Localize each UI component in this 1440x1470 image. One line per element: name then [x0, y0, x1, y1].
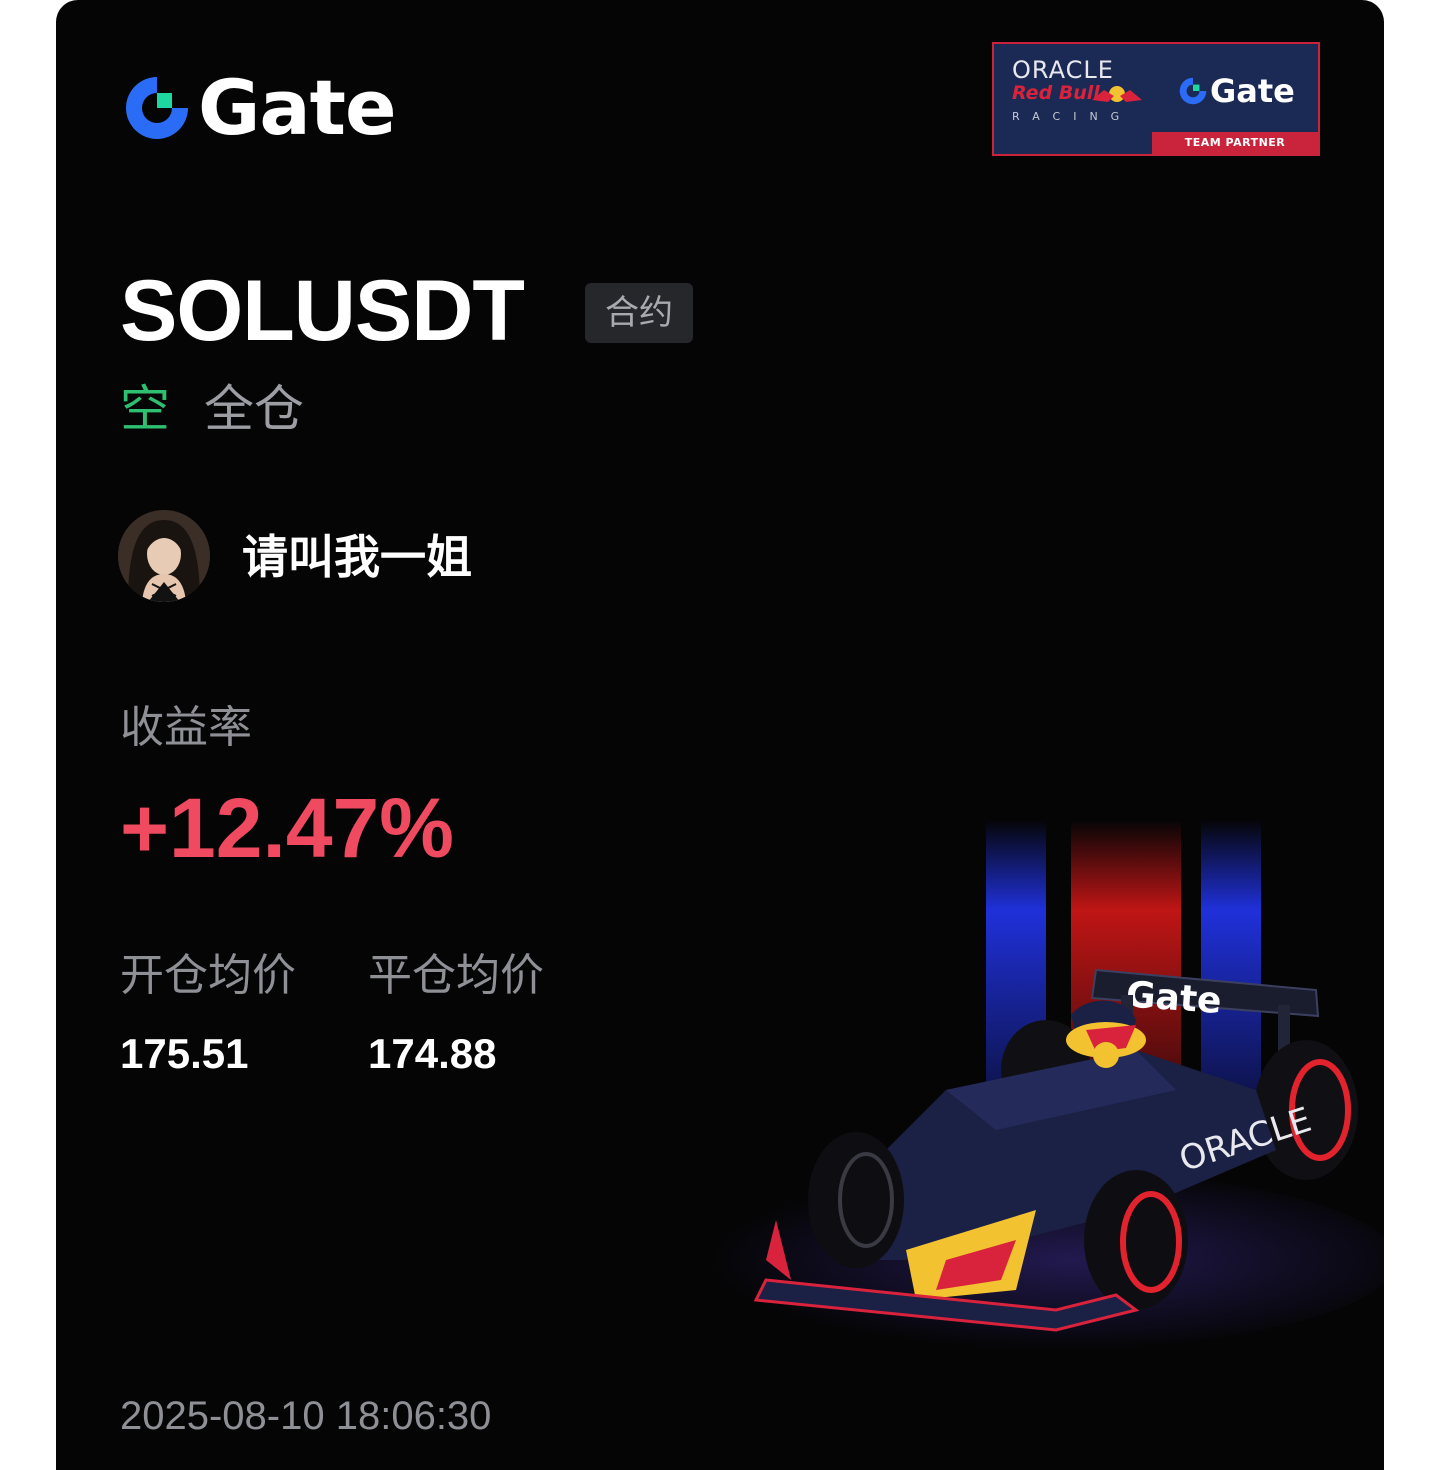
username: 请叫我一姐 — [242, 530, 472, 584]
roi-value: +12.47% — [120, 781, 454, 875]
gate-logo-small-icon — [1179, 77, 1207, 105]
f1-car-illustration: Gate ORACLE — [676, 820, 1384, 1350]
gate-logo-icon — [126, 77, 188, 139]
team-partner-band: TEAM PARTNER — [1152, 132, 1318, 154]
gate-logo: Gate — [122, 63, 397, 152]
contract-tag: 合约 — [585, 283, 693, 343]
open-price-label: 开仓均价 — [120, 950, 296, 1001]
brand-name: Gate — [198, 63, 397, 152]
user-avatar — [118, 510, 210, 602]
red-bull-label: Red Bull — [1012, 82, 1100, 104]
roi-label: 收益率 — [120, 702, 252, 753]
partner-gate-label: Gate — [1210, 72, 1295, 110]
close-price-label: 平仓均价 — [368, 950, 544, 1001]
wing-gate-text: Gate — [1125, 974, 1223, 1022]
bull-icon — [1092, 86, 1142, 102]
racing-label: RACING — [1012, 110, 1133, 123]
share-card: Gate ORACLE Red Bull RACING Gate TEAM PA… — [56, 0, 1384, 1470]
position-direction: 空 — [120, 380, 170, 438]
partner-badge: ORACLE Red Bull RACING Gate TEAM PARTNER — [992, 42, 1320, 156]
avatar-portrait-icon — [118, 510, 210, 602]
trading-pair: SOLUSDT — [120, 263, 525, 359]
partner-gate-logo: Gate — [1178, 72, 1295, 110]
open-price-value: 175.51 — [120, 1030, 249, 1077]
margin-mode: 全仓 — [204, 380, 304, 438]
close-price-value: 174.88 — [368, 1030, 497, 1077]
oracle-label: ORACLE — [1012, 56, 1114, 84]
timestamp: 2025-08-10 18:06:30 — [120, 1394, 492, 1438]
